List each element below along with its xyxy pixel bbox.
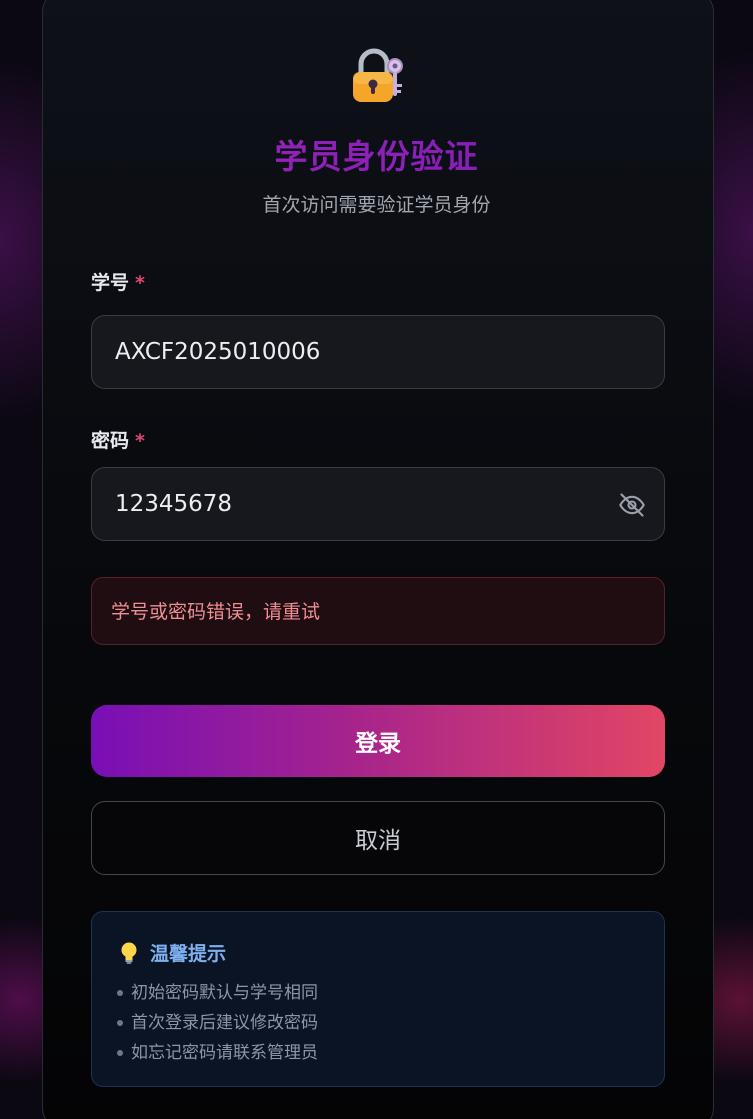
light-bulb-icon [121,942,137,964]
tips-list: 初始密码默认与学号相同 首次登录后建议修改密码 如忘记密码请联系管理员 [117,978,318,1068]
eye-off-icon[interactable] [618,491,646,519]
password-label: 密码 * [91,426,145,453]
bullet-icon [117,1020,123,1026]
tips-list-item: 首次登录后建议修改密码 [117,1008,318,1038]
password-label-text: 密码 [91,430,130,452]
tips-list-item: 初始密码默认与学号相同 [117,978,318,1008]
password-input[interactable] [115,468,595,540]
lock-with-key-icon [353,48,403,102]
tips-title: 温馨提示 [150,943,227,965]
student-id-label: 学号 * [91,268,145,295]
password-field[interactable] [91,467,665,541]
tips-item-text: 首次登录后建议修改密码 [131,1013,318,1033]
cancel-button[interactable]: 取消 [91,801,665,875]
tips-list-item: 如忘记密码请联系管理员 [117,1038,318,1068]
tips-item-text: 如忘记密码请联系管理员 [131,1043,318,1063]
tips-item-text: 初始密码默认与学号相同 [131,983,318,1003]
tips-panel: 温馨提示 初始密码默认与学号相同 首次登录后建议修改密码 如忘记密码请联系管理员 [91,911,665,1087]
login-button[interactable]: 登录 [91,705,665,777]
required-mark: * [135,272,145,294]
student-id-label-text: 学号 [91,272,130,294]
page-title: 学员身份验证 [0,130,753,178]
error-message: 学号或密码错误，请重试 [91,577,665,645]
bullet-icon [117,990,123,996]
bullet-icon [117,1050,123,1056]
required-mark: * [135,430,145,452]
student-id-input[interactable] [115,316,595,388]
tips-header: 温馨提示 [118,939,226,966]
student-id-field[interactable] [91,315,665,389]
page-subtitle: 首次访问需要验证学员身份 [262,194,491,216]
